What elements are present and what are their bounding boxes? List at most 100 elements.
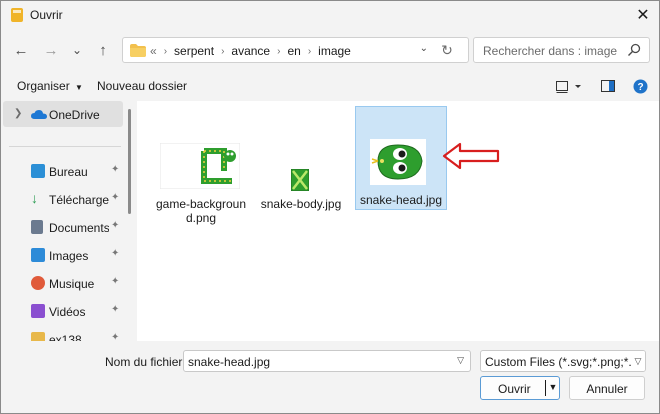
pin-icon: ✦ <box>111 332 120 341</box>
chevron-down-icon[interactable]: ▽ <box>457 355 464 366</box>
split-divider <box>545 380 546 396</box>
divider <box>9 146 121 147</box>
video-icon <box>31 304 45 318</box>
sidebar-item-videos[interactable]: Vidéos ✦ <box>1 298 127 324</box>
file-type-select[interactable]: Custom Files (*.svg;*.png;*.bmp; ▽ <box>480 350 646 372</box>
recent-locations-button[interactable]: ⌄ <box>67 40 87 60</box>
refresh-icon: ↻ <box>441 41 453 58</box>
file-type-value: Custom Files (*.svg;*.png;*.bmp; <box>485 355 646 369</box>
refresh-button[interactable]: ↻ <box>438 41 456 59</box>
sidebar-item-label: Vidéos <box>49 305 86 319</box>
breadcrumb: « › serpent › avance › en › image <box>150 44 351 58</box>
sidebar-item-bureau[interactable]: Bureau ✦ <box>1 158 127 184</box>
preview-pane-button[interactable] <box>601 80 615 95</box>
sidebar-item-ex138[interactable]: ex138 ✦ <box>1 326 127 341</box>
file-list: game-backgroun d.png snake-body.jpg snak… <box>137 101 659 341</box>
breadcrumb-item[interactable]: serpent <box>174 44 214 58</box>
svg-text:?: ? <box>637 82 643 93</box>
address-dropdown-icon[interactable]: ⌄ <box>420 43 428 54</box>
cloud-icon <box>31 110 47 119</box>
snake-head-thumbnail <box>370 139 426 185</box>
help-icon: ? <box>633 79 648 94</box>
back-arrow-icon: ← <box>13 41 29 59</box>
cancel-button-label: Annuler <box>586 382 628 396</box>
sidebar-item-musique[interactable]: Musique ✦ <box>1 270 127 296</box>
chevron-down-icon: ⌄ <box>71 43 83 57</box>
red-arrow-icon <box>442 142 500 170</box>
file-name-continued: d.png <box>185 211 217 225</box>
breadcrumb-item[interactable]: en <box>287 44 300 58</box>
scrollbar[interactable] <box>128 109 131 214</box>
close-icon: ✕ <box>636 7 650 24</box>
sidebar-item-label: OneDrive <box>49 108 100 122</box>
pin-icon: ✦ <box>111 164 120 175</box>
pin-icon: ✦ <box>111 220 120 231</box>
chevron-right-icon[interactable]: ❯ <box>14 108 22 119</box>
breadcrumb-overflow[interactable]: « <box>150 44 157 58</box>
organize-menu[interactable]: Organiser ▼ <box>17 79 83 93</box>
new-folder-label: Nouveau dossier <box>97 79 188 93</box>
sidebar-item-label: ex138 <box>49 333 82 341</box>
view-icon <box>556 81 581 93</box>
open-button-label: Ouvrir <box>498 382 531 396</box>
search-icon <box>628 43 641 56</box>
chevron-right-icon: › <box>163 45 168 57</box>
file-item[interactable]: snake-body.jpg <box>257 106 345 226</box>
search-input[interactable]: Rechercher dans : image <box>473 37 650 63</box>
sidebar-item-label: Images <box>49 249 89 263</box>
pin-icon: ✦ <box>111 304 120 315</box>
search-placeholder: Rechercher dans : image <box>483 44 618 58</box>
music-icon <box>31 276 45 290</box>
new-folder-button[interactable]: Nouveau dossier <box>97 79 187 93</box>
forward-button[interactable]: → <box>41 40 61 60</box>
open-button[interactable]: Ouvrir ▼ <box>480 376 560 400</box>
window-title: Ouvrir <box>30 8 63 22</box>
folder-icon <box>130 44 146 57</box>
chevron-right-icon: › <box>221 45 225 57</box>
dialog-footer: Nom du fichier : snake-head.jpg ▽ Custom… <box>1 341 659 413</box>
file-name: game-backgroun <box>155 197 247 211</box>
caret-down-icon[interactable]: ▼ <box>547 382 559 392</box>
file-item[interactable]: game-backgroun d.png <box>153 106 249 226</box>
pin-icon: ✦ <box>111 248 120 259</box>
file-item-selected[interactable]: snake-head.jpg <box>355 106 447 210</box>
chevron-right-icon: › <box>277 45 281 57</box>
organize-label: Organiser <box>17 79 70 93</box>
snake-body-thumbnail <box>291 169 309 191</box>
chevron-down-icon: ▽ <box>631 351 645 371</box>
document-icon <box>31 220 43 234</box>
desktop-icon <box>31 164 45 178</box>
filename-label: Nom du fichier : <box>105 355 190 369</box>
forward-arrow-icon: → <box>43 41 59 59</box>
open-file-dialog: Ouvrir ✕ ← → ⌄ ↑ « › serpent › avance › … <box>0 0 660 414</box>
download-icon: ↓ <box>31 190 38 206</box>
sidebar-item-documents[interactable]: Documents ✦ <box>1 214 127 240</box>
address-bar[interactable]: « › serpent › avance › en › image ⌄ ↻ <box>122 37 469 63</box>
preview-pane-icon <box>601 80 615 92</box>
folder-icon <box>31 332 45 341</box>
sidebar-item-label: Téléchargem <box>49 193 109 207</box>
cancel-button[interactable]: Annuler <box>569 376 645 400</box>
app-icon <box>11 8 23 22</box>
sidebar-item-label: Bureau <box>49 165 88 179</box>
sidebar-item-images[interactable]: Images ✦ <box>1 242 127 268</box>
navigation-pane: ❯ OneDrive Bureau ✦ ↓ Téléchargem ✦ Docu… <box>1 101 137 341</box>
help-button[interactable]: ? <box>633 79 648 97</box>
breadcrumb-item[interactable]: image <box>318 44 351 58</box>
navigation-bar: ← → ⌄ ↑ « › serpent › avance › en › imag… <box>1 29 659 71</box>
title-bar: Ouvrir ✕ <box>1 1 659 29</box>
pin-icon: ✦ <box>111 276 120 287</box>
toolbar: Organiser ▼ Nouveau dossier ? <box>1 71 659 101</box>
game-background-thumbnail <box>160 143 240 189</box>
pin-icon: ✦ <box>111 192 120 203</box>
back-button[interactable]: ← <box>11 40 31 60</box>
breadcrumb-item[interactable]: avance <box>231 44 270 58</box>
filename-field[interactable]: snake-head.jpg ▽ <box>183 350 471 372</box>
sidebar-item-onedrive[interactable]: ❯ OneDrive <box>1 101 127 127</box>
up-button[interactable]: ↑ <box>93 40 113 60</box>
view-options-button[interactable] <box>556 80 584 97</box>
close-button[interactable]: ✕ <box>631 4 655 26</box>
sidebar-item-telechargements[interactable]: ↓ Téléchargem ✦ <box>1 186 127 212</box>
caret-down-icon: ▼ <box>75 83 83 92</box>
chevron-right-icon: › <box>307 45 312 57</box>
